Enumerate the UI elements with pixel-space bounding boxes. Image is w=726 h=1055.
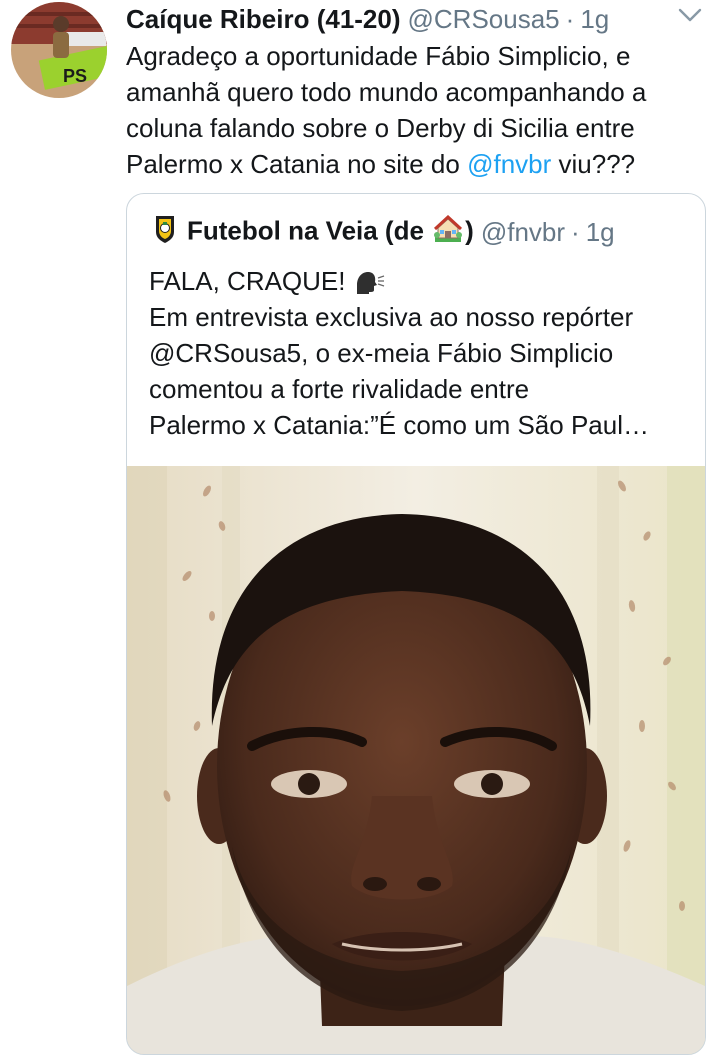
tweet-text-line: Palermo x Catania no site do @fnvbr viu?… (126, 146, 716, 182)
tweet-time[interactable]: 1g (580, 4, 609, 35)
quoted-tweet-card[interactable]: Futebol na Veia (de ) @fnvbr · 1g FALA, … (126, 193, 706, 1055)
quoted-tweet-time[interactable]: 1g (586, 217, 615, 248)
quoted-tweet-line: @CRSousa5, o ex-meia Fábio Simplicio (149, 338, 614, 368)
quoted-tweet-line: Palermo x Catania:”É como um São Paul… (149, 410, 649, 440)
mention-link[interactable]: @fnvbr (467, 149, 551, 179)
quoted-headline-text: FALA, CRAQUE! (149, 266, 346, 296)
tweet-text-line: coluna falando sobre o Derby di Sicilia … (126, 113, 635, 143)
svg-text:PS: PS (63, 66, 87, 86)
quoted-author-handle[interactable]: @fnvbr (481, 217, 565, 248)
quoted-tweet-line: Em entrevista exclusiva ao nosso repórte… (149, 302, 634, 332)
tweet-header: Caíque Ribeiro (41-20) @CRSousa5 · 1g (126, 2, 609, 36)
author-avatar[interactable]: PS (11, 2, 107, 98)
football-shield-icon (153, 214, 177, 251)
tweet-text-segment: Palermo x Catania no site do (126, 149, 468, 179)
quoted-tweet-headline: FALA, CRAQUE! (149, 263, 694, 299)
tweet-text: Agradeço a oportunidade Fábio Simplicio,… (126, 38, 716, 182)
chevron-down-icon[interactable] (677, 6, 703, 24)
quoted-tweet-video-thumbnail[interactable] (127, 466, 705, 1054)
quoted-tweet-header: Futebol na Veia (de ) @fnvbr · 1g (153, 214, 615, 250)
tweet-text-line: amanhã quero todo mundo acompanhando a (126, 77, 647, 107)
quoted-author-name-text: Futebol na Veia (de (187, 214, 424, 245)
quoted-tweet-line: comentou a forte rivalidade entre (149, 374, 530, 404)
tweet-text-line: Agradeço a oportunidade Fábio Simplicio,… (126, 41, 631, 71)
house-emoji-icon (433, 214, 463, 250)
author-handle[interactable]: @CRSousa5 (408, 4, 560, 35)
quoted-tweet-text: FALA, CRAQUE! Em entrevista exclusiva ao… (149, 263, 694, 443)
tweet-text-segment: viu??? (551, 149, 636, 179)
speaking-head-icon (353, 266, 385, 296)
quoted-author-name[interactable]: Futebol na Veia (de ) (187, 214, 474, 250)
author-name[interactable]: Caíque Ribeiro (41-20) (126, 4, 401, 35)
separator-dot: · (565, 3, 575, 34)
quoted-author-name-text: ) (465, 214, 474, 245)
separator-dot: · (571, 216, 580, 247)
